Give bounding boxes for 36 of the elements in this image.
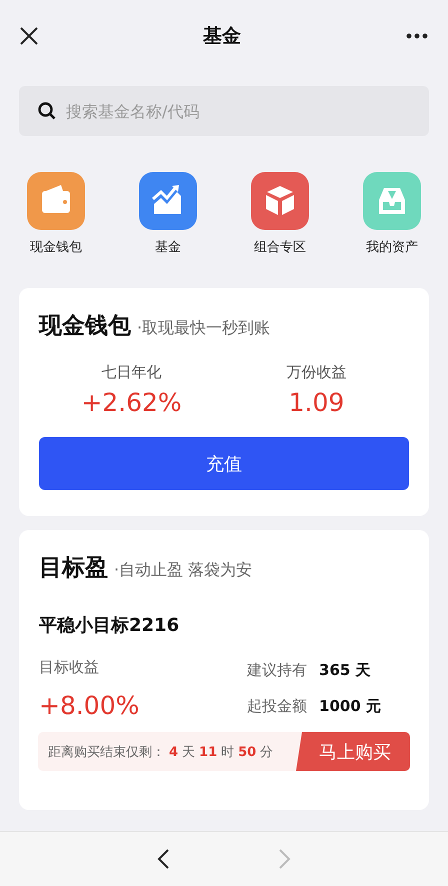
stat-value: +2.62% [81,388,182,417]
countdown-number: 11 [199,744,218,760]
countdown-number: 50 [238,744,256,760]
detail-label: 建议持有 [247,661,308,680]
wallet-icon[interactable] [27,172,85,230]
close-icon[interactable] [20,27,38,45]
recharge-button[interactable]: 充值 [39,437,409,490]
back-icon[interactable] [156,848,170,870]
page-title: 基金 [203,24,241,49]
countdown-unit: 时 [221,744,234,760]
shortcut-label[interactable]: 现金钱包 [30,238,82,256]
countdown-label: 距离购买结束仅剩： [48,744,165,760]
card-subtitle: ·取现最快一秒到账 [137,318,270,339]
card-title: 目标盈 [39,554,108,583]
product-name: 平稳小目标2216 [39,614,180,637]
shortcut-label[interactable]: 我的资产 [366,238,418,256]
stat-label: 万份收益 [286,363,346,382]
search-field[interactable]: 搜索基金名称/代码 [19,86,429,136]
countdown-number: 4 [169,744,178,760]
return-value: +8.00% [39,691,140,720]
countdown-unit: 分 [260,744,274,760]
detail-value: 1000 元 [319,697,381,716]
buy-button[interactable]: 马上购买 [296,732,410,771]
more-icon[interactable] [406,33,428,39]
chart-icon[interactable] [139,172,197,230]
detail-value: 365 天 [319,661,371,680]
countdown-unit: 天 [182,744,196,760]
stat-value: 1.09 [288,388,344,417]
return-label: 目标收益 [39,658,99,676]
stat-label: 七日年化 [102,363,162,382]
shortcut-label[interactable]: 组合专区 [254,238,306,256]
shortcut-label[interactable]: 基金 [155,238,181,256]
detail-label: 起投金额 [247,697,308,716]
card-subtitle: ·自动止盈 落袋为安 [114,560,252,581]
card-title: 现金钱包 [39,312,131,341]
cube-icon[interactable] [251,172,309,230]
